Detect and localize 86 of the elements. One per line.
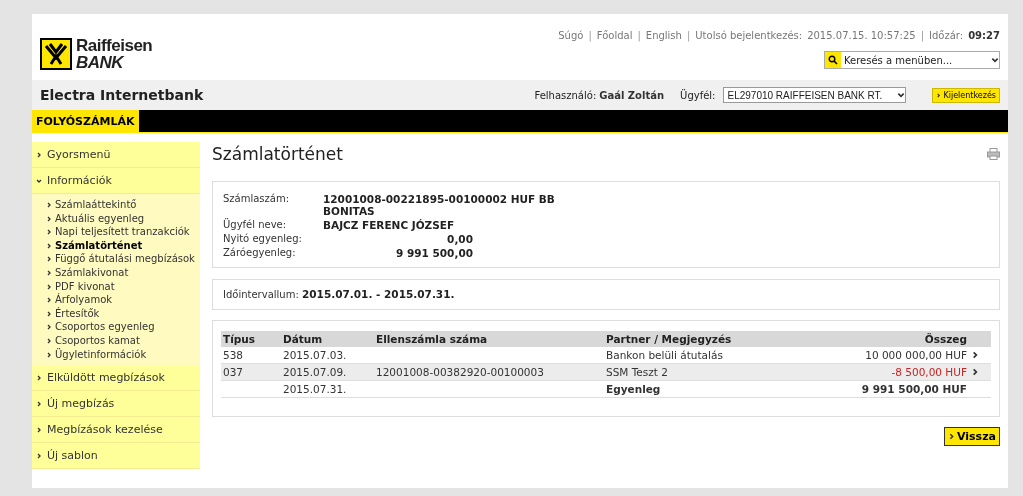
sidebar-subitem[interactable]: Számlaáttekintő bbox=[46, 198, 200, 212]
user-name: Gaál Zoltán bbox=[599, 89, 665, 101]
session-timer-label: Időzár: bbox=[929, 30, 964, 41]
table-cell-text: SSM Teszt 2 bbox=[605, 365, 669, 380]
sidebar-subitem[interactable]: Számlakivonat bbox=[46, 265, 200, 280]
sidebar-item[interactable]: Információk bbox=[32, 168, 200, 194]
column-header: Típus bbox=[222, 332, 256, 347]
column-header: Ellenszámla száma bbox=[375, 332, 489, 347]
sidebar-subitem[interactable]: Napi teljesített tranzakciók bbox=[46, 225, 200, 239]
logo-icon bbox=[40, 38, 72, 70]
separator: | bbox=[686, 30, 691, 41]
sidebar-subitem[interactable]: Függő átutalási megbízások bbox=[46, 252, 200, 266]
search-icon bbox=[828, 55, 838, 65]
top-link[interactable]: English bbox=[645, 30, 682, 41]
top-link[interactable]: Főoldal bbox=[596, 30, 633, 41]
field-value: 12001008-00221895-00100002 HUF BB BONITAS bbox=[323, 193, 556, 217]
dropdown-icon bbox=[897, 91, 906, 99]
sidebar-subitem[interactable]: PDF kivonat bbox=[46, 279, 200, 294]
menu-search-select[interactable]: Keresés a menüben... bbox=[824, 51, 1000, 69]
sidebar-subitem[interactable]: Ügyletinformációk bbox=[46, 347, 200, 362]
sidebar-item[interactable]: Megbízások kezelése bbox=[32, 417, 200, 444]
sidebar-subitem[interactable]: Csoportos egyenleg bbox=[46, 320, 200, 334]
user-label: Felhasználó: bbox=[534, 89, 597, 101]
separator: | bbox=[588, 30, 592, 41]
sidebar-subitem[interactable]: Árfolyamok bbox=[46, 293, 200, 307]
sidebar-subitem[interactable]: Számlatörténet bbox=[46, 238, 200, 253]
brand-subtitle: BANK bbox=[76, 54, 125, 71]
field-value: 0,00 bbox=[446, 233, 473, 245]
sidebar-item[interactable]: Gyorsmenü bbox=[32, 142, 200, 168]
column-header: Összeg bbox=[923, 332, 968, 347]
page-title: Számlatörténet bbox=[212, 144, 343, 164]
caret-right-icon bbox=[36, 426, 42, 433]
session-timer-value: 09:27 bbox=[968, 30, 1000, 41]
field-label: Ügyfél neve: bbox=[223, 219, 288, 231]
table-cell-text: 037 bbox=[222, 365, 245, 380]
caret-right-icon bbox=[36, 374, 42, 381]
field-value: BAJCZ FERENC JÓZSEF bbox=[323, 219, 456, 231]
sidebar-item[interactable]: Elküldött megbízások bbox=[32, 365, 200, 392]
table-cell-text: Egyenleg bbox=[605, 382, 662, 397]
separator: | bbox=[920, 30, 925, 41]
last-login-value: 2015.07.15. 10:57:25 bbox=[807, 30, 916, 41]
sidebar-item[interactable]: Új megbízás bbox=[32, 391, 200, 418]
app-title: Electra Internetbank bbox=[40, 87, 205, 103]
sidebar-subitem[interactable]: Csoportos kamat bbox=[46, 333, 200, 348]
chevron-icon bbox=[936, 92, 942, 98]
table-cell-text: 10 000 000,00 HUF bbox=[864, 348, 968, 363]
interval-label: Időintervallum: bbox=[223, 289, 300, 300]
top-link[interactable]: Súgó bbox=[558, 30, 584, 41]
table-cell-text: 538 bbox=[222, 348, 245, 363]
chevron-right-icon bbox=[971, 351, 979, 359]
interval-value: 2015.07.01. - 2015.07.31. bbox=[301, 288, 455, 300]
logout-button[interactable]: Kijelentkezés bbox=[932, 87, 1000, 103]
dropdown-icon bbox=[991, 56, 999, 64]
caret-right-icon bbox=[36, 151, 42, 158]
table-cell-text: 2015.07.09. bbox=[282, 365, 348, 380]
field-value: 9 991 500,00 bbox=[394, 247, 473, 259]
chevron-right-icon bbox=[971, 368, 979, 376]
chevron-icon bbox=[46, 202, 52, 208]
brand-name: Raiffeisen bbox=[76, 37, 153, 54]
field-label: Záróegyenleg: bbox=[223, 247, 297, 259]
client-label: Ügyfél: bbox=[680, 89, 716, 101]
nav-tab[interactable]: FOLYÓSZÁMLÁK bbox=[32, 110, 139, 132]
client-select[interactable]: EL297010 RAIFFEISEN BANK RT. bbox=[723, 87, 907, 103]
back-button[interactable]: Vissza bbox=[944, 427, 1000, 446]
caret-down-icon bbox=[36, 177, 42, 184]
separator: | bbox=[637, 30, 641, 41]
sidebar-subitem[interactable]: Aktuális egyenleg bbox=[46, 211, 200, 226]
sidebar-subitem[interactable]: Értesítők bbox=[46, 306, 200, 321]
last-login-label: Utolsó bejelentkezés: bbox=[695, 30, 803, 41]
table-cell-text: 2015.07.31. bbox=[282, 382, 348, 397]
column-header: Partner / Megjegyzés bbox=[605, 332, 733, 347]
field-label: Számlaszám: bbox=[223, 193, 291, 206]
chevron-icon bbox=[948, 433, 955, 440]
caret-right-icon bbox=[36, 400, 42, 407]
table-row[interactable]: 037 2015.07.09. 12001008-00382920-00100003 SSM Teszt 2 -8 500,00 HUF bbox=[221, 364, 991, 381]
sidebar-item[interactable]: Új sablon bbox=[32, 443, 200, 470]
table-cell-text: 12001008-00382920-00100003 bbox=[375, 365, 545, 380]
print-icon[interactable] bbox=[987, 148, 1000, 160]
table-row[interactable]: 538 2015.07.03. Bankon belüli átutalás 10 000 000,00 HUF bbox=[221, 347, 991, 364]
table-cell-text: Bankon belüli átutalás bbox=[605, 348, 724, 363]
caret-right-icon bbox=[36, 452, 42, 459]
table-cell-text: 2015.07.03. bbox=[282, 348, 348, 363]
field-label: Nyitó egyenleg: bbox=[223, 233, 303, 245]
table-cell-text: -8 500,00 HUF bbox=[890, 365, 968, 380]
table-cell-text: 9 991 500,00 HUF bbox=[860, 382, 968, 397]
column-header: Dátum bbox=[282, 332, 324, 347]
